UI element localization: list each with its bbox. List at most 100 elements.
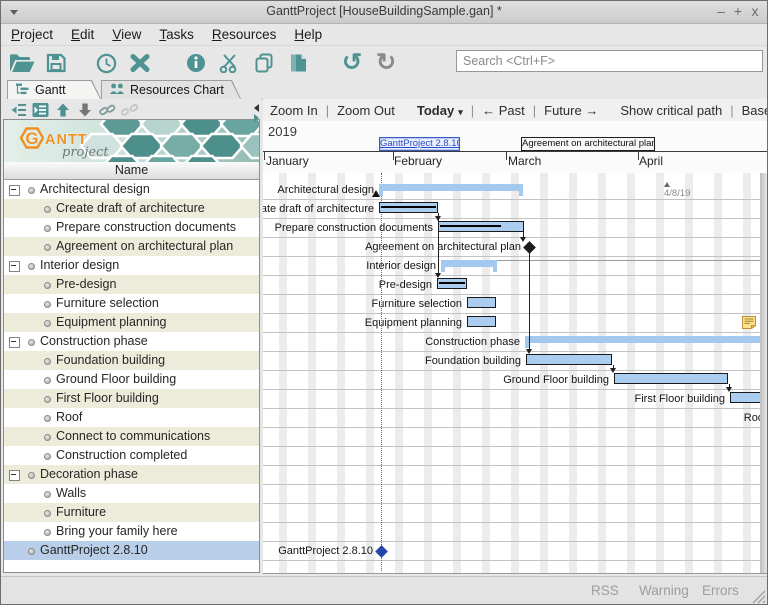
task-row[interactable]: Connect to communications [4, 427, 259, 446]
menu-item-resources[interactable]: Resources [203, 24, 286, 45]
task-row[interactable]: Roof [4, 408, 259, 427]
tab-resources-chart[interactable]: Resources Chart [101, 80, 241, 99]
status-rss[interactable]: RSS [591, 583, 619, 598]
menu-item-view[interactable]: View [103, 24, 150, 45]
weekend-stripe [569, 173, 577, 573]
splitter-collapse-buttons[interactable] [254, 103, 262, 123]
task-row[interactable]: Furniture [4, 503, 259, 522]
title-bar[interactable]: GanttProject [HouseBuildingSample.gan] *… [1, 1, 767, 24]
clock-icon[interactable] [93, 51, 119, 75]
minimize-button[interactable]: – [713, 3, 729, 19]
status-errors[interactable]: Errors [702, 583, 739, 598]
maximize-button[interactable]: + [730, 3, 746, 19]
row-separator [263, 237, 760, 238]
task-bar[interactable] [379, 202, 438, 213]
status-warning[interactable]: Warning [639, 583, 689, 598]
summary-bar[interactable] [379, 184, 523, 191]
resize-grip[interactable] [751, 589, 766, 604]
link-icon[interactable] [98, 101, 116, 118]
task-bullet-icon [28, 548, 35, 555]
task-row[interactable]: Construction phase [4, 332, 259, 351]
task-bar[interactable] [437, 278, 467, 289]
tab-gantt[interactable]: Gantt [7, 80, 101, 99]
expand-toggle-icon[interactable] [9, 470, 20, 481]
row-separator [263, 256, 760, 257]
expand-toggle-icon[interactable] [9, 185, 20, 196]
task-bar[interactable] [467, 297, 496, 308]
summary-bar[interactable] [525, 336, 761, 343]
task-row[interactable]: Ground Floor building [4, 370, 259, 389]
cut-icon[interactable] [217, 51, 243, 75]
task-row[interactable]: Architectural design [4, 180, 259, 199]
indent-icon[interactable] [31, 101, 49, 118]
month-tick [506, 152, 507, 160]
chart-button-today[interactable]: Today▾ [417, 103, 463, 118]
task-bar[interactable] [438, 221, 524, 232]
menu-item-tasks[interactable]: Tasks [150, 24, 203, 45]
task-row[interactable]: Pre-design [4, 275, 259, 294]
copy-icon[interactable] [251, 51, 277, 75]
task-row[interactable]: Foundation building [4, 351, 259, 370]
menu-item-edit[interactable]: Edit [62, 24, 103, 45]
delete-icon[interactable] [127, 51, 153, 75]
task-row[interactable]: Prepare construction documents [4, 218, 259, 237]
undo-icon[interactable]: ↺ [339, 51, 365, 75]
close-button[interactable]: x [747, 3, 763, 19]
properties-icon[interactable] [183, 51, 209, 75]
chart-task-label: Ground Floor building [503, 374, 609, 386]
task-row[interactable]: Furniture selection [4, 294, 259, 313]
expand-toggle-icon[interactable] [9, 337, 20, 348]
menu-item-project[interactable]: Project [2, 24, 62, 45]
collapse-left-icon[interactable] [254, 104, 259, 112]
task-bar[interactable] [730, 392, 761, 403]
task-row[interactable]: GanttProject 2.8.10 [4, 541, 259, 560]
weekend-stripe [453, 173, 461, 573]
task-row[interactable]: Create draft of architecture [4, 199, 259, 218]
project-milestone-diamond[interactable] [375, 545, 388, 558]
task-bar[interactable] [526, 354, 612, 365]
task-name-label: Architectural design [40, 182, 150, 196]
chart-button-show-critical-path[interactable]: Show critical path [620, 103, 722, 118]
vertical-scrollbar[interactable] [760, 173, 767, 573]
move-up-icon[interactable] [54, 101, 72, 118]
month-label: January [266, 154, 309, 168]
chart-button-zoom-in[interactable]: Zoom In [270, 103, 318, 118]
open-file-icon[interactable] [9, 51, 35, 75]
save-file-icon[interactable] [43, 51, 69, 75]
timeline-callout[interactable]: GanttProject 2.8.10 [379, 137, 460, 151]
row-separator [263, 541, 760, 542]
task-row[interactable]: Bring your family here [4, 522, 259, 541]
paste-icon[interactable] [285, 51, 311, 75]
chart-button-past[interactable]: ← Past [482, 103, 525, 118]
name-column-header[interactable]: Name [4, 162, 259, 180]
weekend-stripe [598, 173, 606, 573]
note-icon[interactable] [742, 316, 756, 334]
task-row[interactable]: Walls [4, 484, 259, 503]
chart-button-zoom-out[interactable]: Zoom Out [337, 103, 395, 118]
menu-item-help[interactable]: Help [285, 24, 331, 45]
row-separator [263, 218, 760, 219]
timeline-line [263, 151, 767, 152]
task-bar[interactable] [467, 316, 496, 327]
task-bar[interactable] [614, 373, 728, 384]
expand-right-icon[interactable] [254, 114, 259, 122]
outdent-icon[interactable] [9, 101, 27, 118]
search-input[interactable] [456, 50, 763, 72]
task-bullet-icon [44, 434, 51, 441]
summary-bar[interactable] [441, 260, 497, 267]
unlink-icon[interactable] [120, 101, 138, 118]
task-row[interactable]: Construction completed [4, 446, 259, 465]
chart-button-future[interactable]: Future → [544, 103, 598, 118]
task-row[interactable]: Agreement on architectural plan [4, 237, 259, 256]
task-row[interactable]: First Floor building [4, 389, 259, 408]
chart-task-label: Interior design [366, 260, 436, 272]
move-down-icon[interactable] [76, 101, 94, 118]
timeline-callout[interactable]: Agreement on architectural plan [521, 137, 655, 151]
task-row[interactable]: Decoration phase [4, 465, 259, 484]
task-row[interactable]: Interior design [4, 256, 259, 275]
task-row[interactable]: Equipment planning [4, 313, 259, 332]
expand-toggle-icon[interactable] [9, 261, 20, 272]
task-progress-line [439, 282, 465, 284]
redo-icon[interactable]: ↻ [373, 51, 399, 75]
chart-button-baselines[interactable]: Baselines.. [742, 103, 768, 118]
